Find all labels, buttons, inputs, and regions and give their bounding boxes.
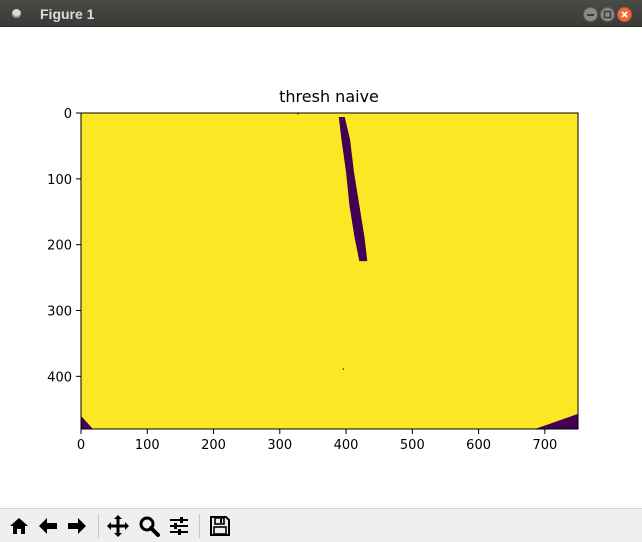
window-title: Figure 1 xyxy=(40,6,95,22)
floppy-disk-icon xyxy=(210,516,230,536)
x-tick-label: 0 xyxy=(77,438,85,453)
navigation-toolbar xyxy=(0,508,642,542)
pan-button[interactable] xyxy=(105,513,131,539)
magnifier-icon xyxy=(139,516,160,537)
x-tick-label: 300 xyxy=(267,438,292,453)
dark-region-4 xyxy=(342,368,345,370)
arrow-left-icon xyxy=(39,518,57,534)
x-tick-label: 600 xyxy=(466,438,491,453)
zoom-button[interactable] xyxy=(136,513,162,539)
configure-subplots-button[interactable] xyxy=(166,513,192,539)
toolbar-separator xyxy=(199,514,200,538)
window-titlebar: Figure 1 xyxy=(0,0,642,27)
back-button[interactable] xyxy=(35,513,61,539)
home-button[interactable] xyxy=(6,513,32,539)
home-icon xyxy=(10,518,28,534)
save-button[interactable] xyxy=(207,513,233,539)
forward-button[interactable] xyxy=(64,513,90,539)
move-icon xyxy=(107,515,129,537)
image-area xyxy=(81,113,578,429)
figure-canvas: thresh naive 0 100 200 300 400 500 600 700 0 100… xyxy=(0,27,642,508)
close-button[interactable] xyxy=(617,7,632,22)
x-tick-label: 100 xyxy=(135,438,160,453)
x-tick-label: 500 xyxy=(400,438,425,453)
threshold-image xyxy=(81,113,578,429)
y-tick-label: 0 xyxy=(64,107,72,122)
y-axis: 0 100 200 300 400 xyxy=(47,107,81,385)
arrow-right-icon xyxy=(68,518,86,534)
minimize-button[interactable] xyxy=(583,7,598,22)
y-tick-label: 200 xyxy=(47,239,72,254)
x-tick-label: 700 xyxy=(532,438,557,453)
x-tick-label: 200 xyxy=(201,438,226,453)
sliders-icon xyxy=(170,517,188,535)
plot-svg: 0 100 200 300 400 500 600 700 0 100 200 300 400 xyxy=(47,107,579,453)
y-tick-label: 400 xyxy=(47,370,72,385)
minimize-icon xyxy=(587,14,594,16)
toolbar-separator xyxy=(98,514,99,538)
x-tick-label: 400 xyxy=(334,438,359,453)
x-axis: 0 100 200 300 400 500 600 700 xyxy=(77,429,557,453)
maximize-icon xyxy=(603,10,612,19)
y-tick-label: 100 xyxy=(47,173,72,188)
y-tick-label: 300 xyxy=(47,305,72,320)
app-icon xyxy=(12,9,21,18)
close-icon xyxy=(621,11,628,18)
maximize-button[interactable] xyxy=(600,7,615,22)
